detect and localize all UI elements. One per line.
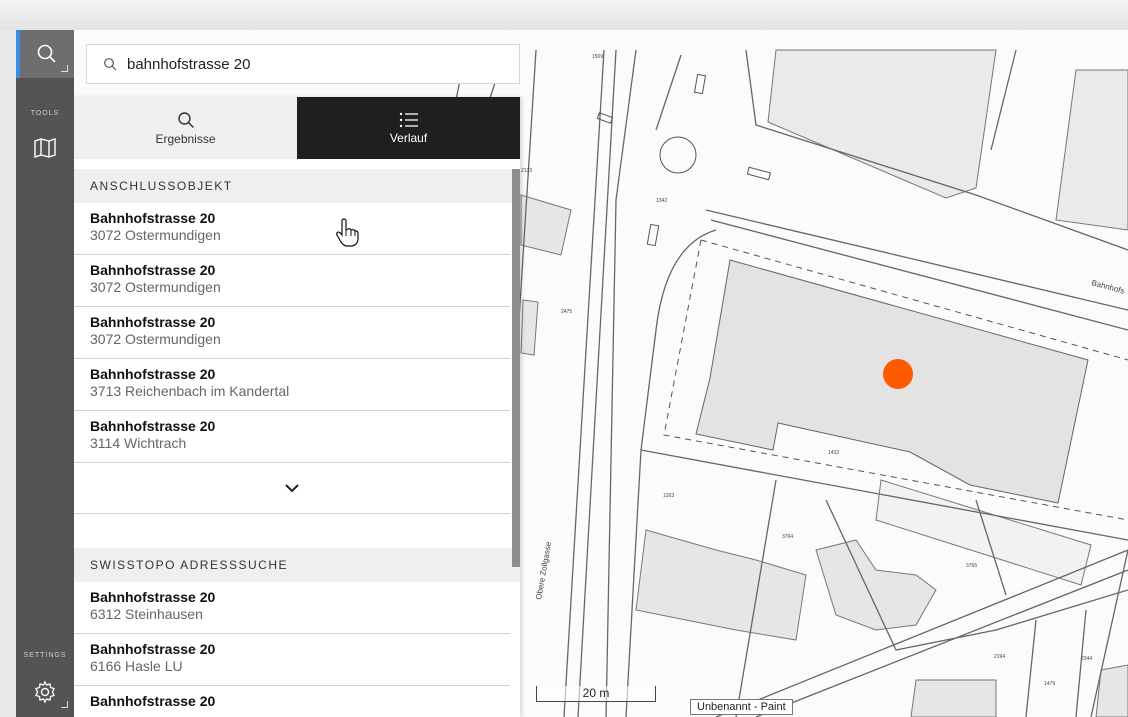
parcel-label: 3764 [782, 534, 793, 540]
parcel-label: 1342 [656, 198, 667, 204]
search-box[interactable] [86, 44, 520, 84]
chevron-down-icon [285, 484, 299, 493]
result-street: Bahnhofstrasse 20 [90, 589, 216, 605]
parcel-label: 2133 [521, 168, 532, 174]
street-label: Obere Zollgasse [534, 540, 553, 600]
result-city: 3114 Wichtrach [90, 435, 187, 451]
parcel-label: 2344 [1081, 656, 1092, 662]
window-tooltip: Unbenannt - Paint [690, 699, 793, 715]
result-item[interactable]: Bahnhofstrasse 20 6166 Hasle LU [74, 634, 510, 686]
result-item[interactable]: Bahnhofstrasse 20 6312 Steinhausen [74, 582, 510, 634]
result-street: Bahnhofstrasse 20 [90, 262, 216, 278]
tab-ergebnisse[interactable]: Ergebnisse [74, 97, 297, 159]
sidebar: TOOLS SETTINGS [16, 30, 74, 717]
section-header: SWISSTOPO ADRESSSUCHE [74, 548, 520, 582]
map-icon [34, 138, 56, 158]
app-window: 1509 2133 1342 2475 1432 1263 3764 3765 … [16, 30, 1128, 717]
result-item[interactable]: Bahnhofstrasse 20 3114 Wichtrach [74, 411, 510, 463]
result-city: 3072 Ostermundigen [90, 227, 221, 243]
street-label: Bahnhofs [1090, 278, 1125, 295]
parcel-label: 1479 [1044, 681, 1055, 687]
search-results-panel: Ergebnisse Verlauf ANSCHLUSSOBJEKT Bahnh… [74, 97, 520, 717]
show-more-button[interactable] [74, 463, 510, 514]
result-item[interactable]: Bahnhofstrasse 20 3072 Ostermundigen [74, 255, 510, 307]
tab-label: Ergebnisse [155, 131, 216, 146]
parcel-label: 2194 [994, 654, 1005, 660]
result-city: 6312 Steinhausen [90, 606, 203, 622]
gear-icon [35, 680, 55, 704]
corner-mark [61, 701, 68, 708]
result-city: 6166 Hasle LU [90, 658, 183, 674]
parcel-label: 2475 [561, 309, 572, 315]
result-street: Bahnhofstrasse 20 [90, 693, 216, 709]
section-header: ANSCHLUSSOBJEKT [74, 169, 520, 203]
result-city: 3072 Ostermundigen [90, 331, 221, 347]
sidebar-settings-button[interactable] [16, 670, 74, 714]
result-item[interactable]: Bahnhofstrasse 20 3072 Ostermundigen [74, 307, 510, 359]
result-city: 3072 Ostermundigen [90, 279, 221, 295]
map-scale-bar: 20 m [536, 686, 656, 702]
result-street: Bahnhofstrasse 20 [90, 366, 216, 382]
search-input[interactable] [125, 54, 509, 74]
results-scrollbar[interactable] [512, 169, 520, 567]
result-street: Bahnhofstrasse 20 [90, 641, 216, 657]
search-icon [177, 111, 194, 128]
tools-label: TOOLS [30, 110, 60, 117]
result-city: 3713 Reichenbach im Kandertal [90, 383, 290, 399]
result-tabs: Ergebnisse Verlauf [74, 97, 520, 159]
tab-label: Verlauf [389, 130, 428, 145]
corner-mark [61, 65, 68, 72]
hand-cursor-icon [336, 218, 359, 247]
search-icon [104, 58, 117, 71]
parcel-label: 1263 [663, 493, 674, 499]
list-icon [399, 112, 418, 127]
tab-verlauf[interactable]: Verlauf [297, 97, 520, 159]
result-item[interactable]: Bahnhofstrasse 20 3072 Ostermundigen [74, 203, 510, 255]
window-top-bar [0, 0, 1128, 30]
parcel-label: 1509 [592, 54, 603, 60]
sidebar-map-button[interactable] [16, 130, 74, 166]
parcel-label: 1432 [828, 450, 839, 456]
settings-label: SETTINGS [23, 652, 67, 659]
sidebar-search-button[interactable] [16, 30, 74, 78]
result-item[interactable]: Bahnhofstrasse 20 3713 Reichenbach im Ka… [74, 359, 510, 411]
result-street: Bahnhofstrasse 20 [90, 418, 216, 434]
location-marker-icon[interactable] [883, 359, 913, 389]
results-list[interactable]: ANSCHLUSSOBJEKT Bahnhofstrasse 20 3072 O… [74, 169, 520, 717]
search-icon [37, 44, 56, 63]
result-street: Bahnhofstrasse 20 [90, 314, 216, 330]
parcel-label: 3765 [966, 563, 977, 569]
result-item[interactable]: Bahnhofstrasse 20 [74, 686, 510, 717]
result-street: Bahnhofstrasse 20 [90, 210, 216, 226]
